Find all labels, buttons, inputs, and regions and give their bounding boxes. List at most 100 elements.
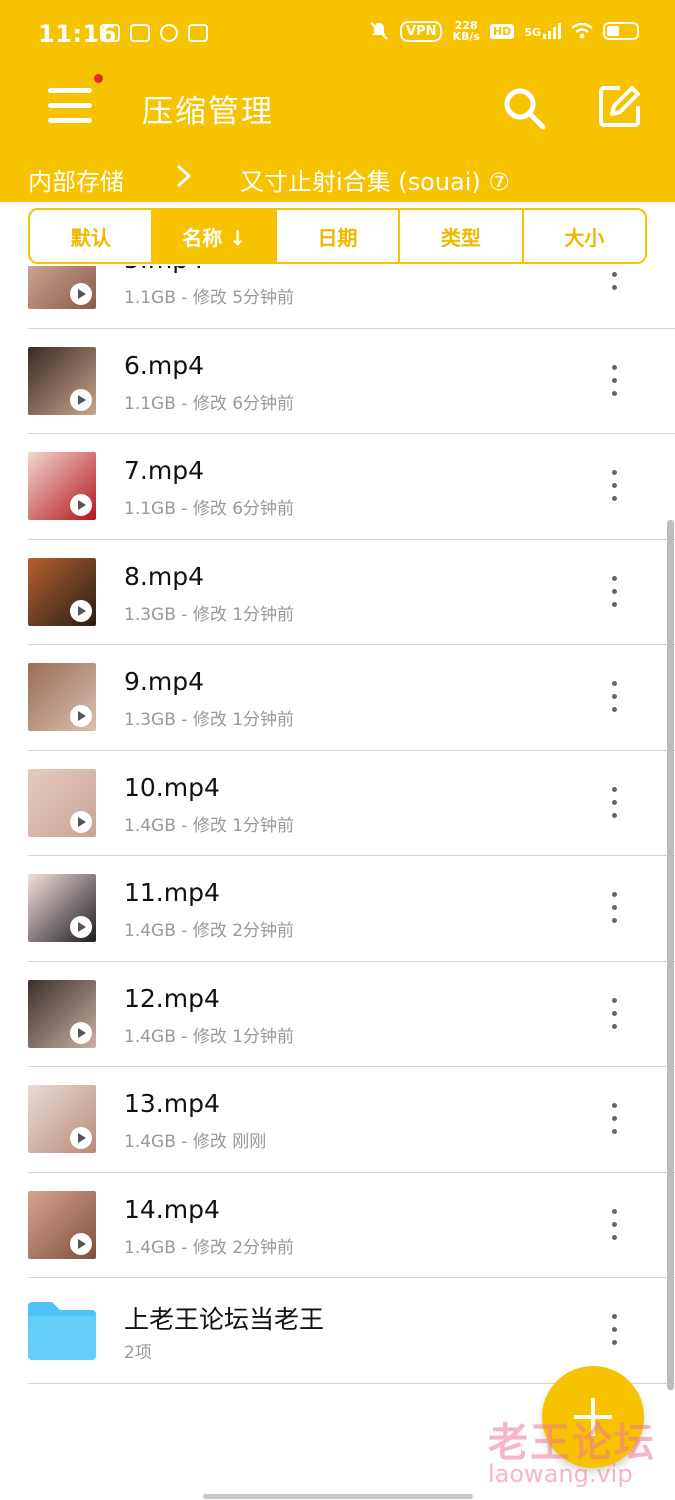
more-vert-icon[interactable] — [610, 1208, 618, 1243]
file-meta: 1.3GB - 修改 1分钟前 — [124, 710, 295, 730]
file-meta: 1.1GB - 修改 6分钟前 — [124, 393, 295, 414]
sort-tab[interactable]: 类型 — [400, 210, 524, 262]
list-item[interactable]: 7.mp4 1.1GB - 修改 6分钟前 — [28, 434, 675, 540]
sort-tabs: 默认 名称 ↓ 日期 类型 大小 — [28, 208, 647, 264]
play-icon — [70, 705, 92, 727]
file-meta: 1.3GB - 修改 1分钟前 — [124, 604, 295, 625]
list-item[interactable]: 12.mp4 1.4GB - 修改 1分钟前 — [28, 962, 675, 1067]
list-item[interactable]: 14.mp4 1.4GB - 修改 2分钟前 — [28, 1173, 675, 1278]
folder-meta: 2项 — [124, 1343, 152, 1363]
video-thumbnail — [28, 874, 96, 942]
file-meta: 1.4GB - 修改 1分钟前 — [124, 815, 295, 836]
app-bar: 压缩管理 — [0, 72, 675, 144]
play-icon — [70, 810, 92, 833]
scrollbar[interactable] — [667, 520, 674, 1390]
file-name: 9.mp4 — [124, 667, 204, 696]
more-vert-icon[interactable] — [610, 681, 618, 715]
video-thumbnail — [28, 1190, 96, 1259]
sort-tab[interactable]: 日期 — [277, 210, 401, 262]
top-bar: 11:16 VPN 228 KB/s HD 5G 压缩管理 内部存储 又寸止射i… — [0, 0, 675, 202]
more-vert-icon[interactable] — [610, 997, 618, 1032]
home-indicator[interactable] — [203, 1494, 473, 1499]
file-meta: 1.4GB - 修改 1分钟前 — [124, 1026, 295, 1047]
watermark-url: laowang.vip — [488, 1460, 633, 1488]
more-vert-icon[interactable] — [610, 266, 618, 293]
file-name: 10.mp4 — [124, 772, 220, 802]
file-list[interactable]: 5.mp4 1.1GB - 修改 5分钟前 6.mp4 1.1GB - 修改 6分钟前… — [0, 266, 675, 1406]
notification-icons — [100, 24, 208, 42]
breadcrumb-current[interactable]: 又寸止射i合集 (souai) ⑦ — [240, 162, 510, 197]
file-meta: 1.4GB - 修改 2分钟前 — [124, 1237, 295, 1258]
file-name: 5.mp4 — [124, 266, 204, 274]
breadcrumb-parent[interactable]: 内部存储 — [28, 162, 124, 197]
list-item[interactable]: 11.mp4 1.4GB - 修改 2分钟前 — [28, 856, 675, 962]
play-icon — [70, 1232, 92, 1255]
mute-bell-icon — [370, 22, 388, 40]
chat-app-icon — [160, 24, 178, 42]
chevron-right-icon — [176, 164, 192, 188]
vpn-badge: VPN — [400, 20, 443, 42]
list-item[interactable]: 6.mp4 1.1GB - 修改 6分钟前 — [28, 329, 675, 434]
play-icon — [70, 283, 92, 305]
folder-icon — [28, 1302, 96, 1360]
video-thumbnail — [28, 557, 96, 626]
file-name: 12.mp4 — [124, 983, 220, 1013]
net-speed-unit: KB/s — [452, 30, 480, 43]
more-vert-icon[interactable] — [610, 892, 618, 926]
file-name: 7.mp4 — [124, 456, 204, 485]
play-icon — [70, 599, 92, 622]
list-item[interactable]: 10.mp4 1.4GB - 修改 1分钟前 — [28, 751, 675, 856]
list-item[interactable]: 9.mp4 1.3GB - 修改 1分钟前 — [28, 645, 675, 751]
book-app-icon — [188, 24, 208, 42]
file-name: 11.mp4 — [124, 878, 220, 907]
status-bar: 11:16 VPN 228 KB/s HD 5G — [0, 0, 675, 72]
more-vert-icon[interactable] — [610, 786, 618, 821]
more-vert-icon[interactable] — [610, 1314, 618, 1348]
list-item[interactable]: 8.mp4 1.3GB - 修改 1分钟前 — [28, 540, 675, 645]
play-icon — [70, 1127, 92, 1149]
battery-icon — [603, 22, 639, 40]
file-name: 14.mp4 — [124, 1194, 220, 1224]
system-icons: VPN 228 KB/s HD 5G — [368, 20, 639, 42]
page-title: 压缩管理 — [142, 94, 274, 130]
file-name: 6.mp4 — [124, 350, 204, 380]
more-vert-icon[interactable] — [610, 470, 618, 504]
list-item[interactable]: 13.mp4 1.4GB - 修改 刚刚 — [28, 1067, 675, 1173]
wifi-icon — [571, 23, 593, 39]
edit-icon[interactable] — [598, 84, 642, 128]
file-name: 8.mp4 — [124, 561, 204, 591]
network-type: 5G — [524, 26, 541, 39]
more-vert-icon[interactable] — [610, 1103, 618, 1137]
net-speed: 228 KB/s — [452, 20, 479, 42]
sort-tab[interactable]: 默认 — [30, 210, 154, 262]
play-icon — [70, 494, 92, 516]
video-thumbnail — [28, 452, 96, 520]
play-icon — [70, 1021, 92, 1044]
play-icon — [70, 916, 92, 938]
file-name: 13.mp4 — [124, 1089, 220, 1118]
file-meta: 1.4GB - 修改 2分钟前 — [124, 921, 295, 941]
list-item[interactable]: 5.mp4 1.1GB - 修改 5分钟前 — [28, 266, 675, 329]
video-thumbnail — [28, 1085, 96, 1153]
more-vert-icon[interactable] — [610, 575, 618, 610]
menu-button[interactable] — [48, 84, 94, 128]
sort-tab[interactable]: 大小 — [524, 210, 645, 262]
cellular-signal-icon: 5G — [524, 23, 561, 39]
video-thumbnail — [28, 346, 96, 415]
file-meta: 1.4GB - 修改 刚刚 — [124, 1132, 267, 1152]
video-thumbnail — [28, 768, 96, 837]
file-meta: 1.1GB - 修改 6分钟前 — [124, 499, 295, 519]
cloud-app-icon — [100, 24, 120, 42]
video-thumbnail — [28, 266, 96, 309]
video-app-icon — [130, 24, 150, 42]
hd-badge: HD — [489, 23, 515, 39]
search-icon[interactable] — [500, 84, 548, 132]
play-icon — [70, 388, 92, 411]
notification-dot — [94, 74, 103, 83]
more-vert-icon[interactable] — [610, 364, 618, 399]
video-thumbnail — [28, 663, 96, 731]
sort-tab[interactable]: 名称 ↓ — [153, 210, 277, 262]
video-thumbnail — [28, 979, 96, 1048]
file-meta: 1.1GB - 修改 5分钟前 — [124, 288, 295, 308]
breadcrumb: 内部存储 又寸止射i合集 (souai) ⑦ — [0, 150, 675, 202]
